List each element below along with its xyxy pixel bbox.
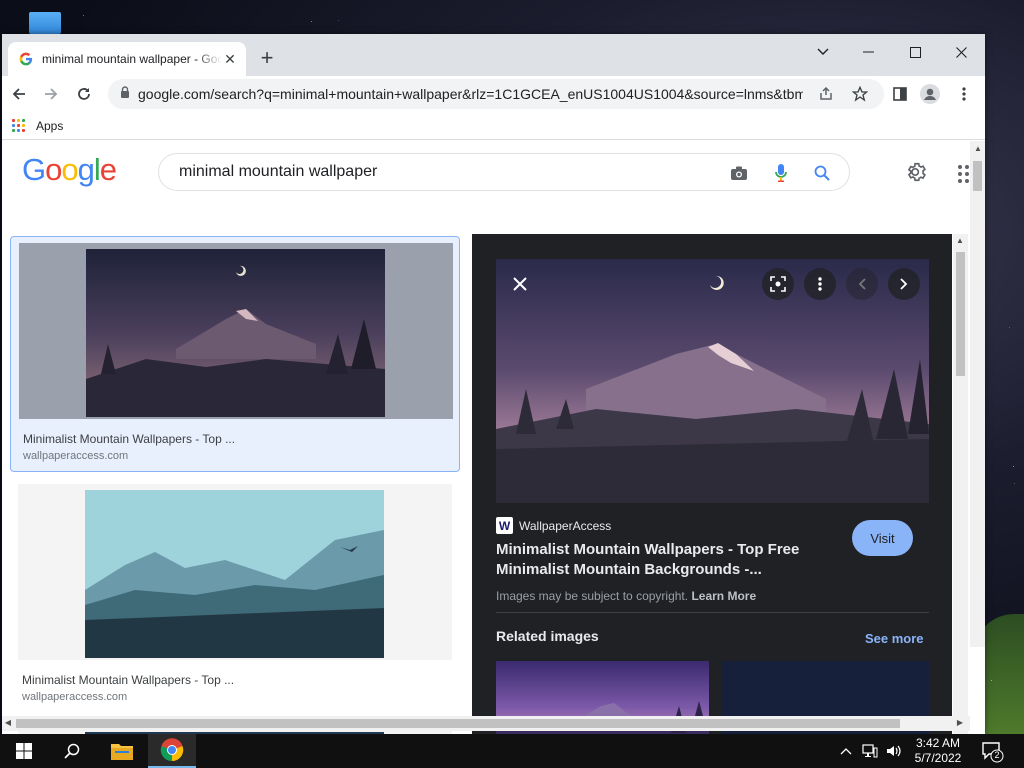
google-favicon-icon [19,52,33,66]
show-hidden-icons-icon[interactable] [834,734,858,768]
more-options-button[interactable] [804,268,836,300]
reload-button[interactable] [72,82,96,106]
panel-vertical-scrollbar[interactable]: ▲ ▼ [953,234,968,734]
tab-strip: minimal mountain wallpaper - Google Sear… [2,34,985,76]
result-thumbnail-frame [18,484,452,660]
previous-image-button[interactable] [846,268,878,300]
tab-title: minimal mountain wallpaper - Google Sear… [42,52,222,66]
page-vertical-scrollbar[interactable]: ▲ [970,141,985,647]
camera-icon[interactable] [727,161,751,185]
result-thumbnail-image[interactable] [85,490,384,658]
close-window-button[interactable] [938,38,984,66]
preview-image[interactable] [496,259,929,503]
star [1009,327,1010,328]
file-explorer-icon[interactable] [98,734,146,768]
image-preview-panel: W WallpaperAccess Minimalist Mountain Wa… [472,234,952,734]
google-images-page: Google minimal mountain wallpaper Minima… [2,141,985,734]
system-clock[interactable]: 3:42 AM 5/7/2022 [908,736,968,766]
network-icon[interactable] [858,734,882,768]
related-images-heading: Related images [496,628,599,644]
share-icon[interactable] [816,84,836,104]
learn-more-link[interactable]: Learn More [691,589,756,603]
browser-toolbar: google.com/search?q=minimal+mountain+wal… [2,76,985,112]
apps-bookmark[interactable]: Apps [36,119,63,133]
search-icon[interactable] [810,161,834,185]
preview-title[interactable]: Minimalist Mountain Wallpapers - Top Fre… [496,540,816,580]
taskbar-search-icon[interactable] [48,734,96,768]
scroll-right-arrow-icon[interactable]: ▶ [956,719,964,727]
star [991,680,992,681]
close-preview-button[interactable] [504,268,536,300]
result-site[interactable]: wallpaperaccess.com [23,450,128,462]
url-text[interactable]: google.com/search?q=minimal+mountain+wal… [138,86,803,102]
action-center-icon[interactable]: 2 [980,739,1004,763]
scroll-up-arrow-icon[interactable]: ▲ [974,145,982,153]
minimize-button[interactable] [846,38,892,66]
star [311,21,312,22]
volume-icon[interactable] [882,734,906,768]
divider [496,612,929,613]
scroll-left-arrow-icon[interactable]: ◀ [4,719,12,727]
result-thumbnail-image[interactable] [86,249,385,417]
new-tab-button[interactable]: + [256,47,278,70]
side-panel-icon[interactable] [888,82,912,106]
copyright-notice: Images may be subject to copyright. Lear… [496,589,757,603]
bookmarks-bar: Apps [2,112,985,140]
profile-avatar-icon[interactable] [918,82,942,106]
back-button[interactable] [7,82,31,106]
next-image-button[interactable] [888,268,920,300]
scroll-up-arrow-icon[interactable]: ▲ [956,237,964,245]
horizontal-scrollbar[interactable]: ◀ ▶ [2,716,970,731]
star [1014,483,1015,484]
notification-count: 2 [994,750,1000,760]
tab-search-button[interactable] [800,38,846,66]
forward-button[interactable] [39,82,63,106]
google-logo[interactable]: Google [22,152,117,188]
image-results-grid: Minimalist Mountain Wallpapers - Top ...… [2,234,470,734]
tab-google-search[interactable]: minimal mountain wallpaper - Google Sear… [8,42,246,76]
browser-window: minimal mountain wallpaper - Google Sear… [2,34,985,734]
tab-close-icon[interactable]: ✕ [222,51,238,67]
maximize-button[interactable] [892,38,938,66]
browser-menu-icon[interactable] [952,82,976,106]
windows-taskbar: 3:42 AM 5/7/2022 2 [0,734,1024,768]
result-title[interactable]: Minimalist Mountain Wallpapers - Top ... [23,432,235,446]
star [338,20,339,21]
search-input[interactable]: minimal mountain wallpaper [158,153,850,191]
scrollbar-thumb[interactable] [16,719,900,728]
image-result-card[interactable]: Minimalist Mountain Wallpapers - Top ...… [10,236,460,472]
result-title[interactable]: Minimalist Mountain Wallpapers - Top ... [22,673,234,687]
lock-icon[interactable] [120,85,130,103]
chrome-taskbar-icon[interactable] [148,734,196,768]
clock-time: 3:42 AM [915,736,961,750]
apps-grid-icon[interactable] [12,118,26,133]
clock-date: 5/7/2022 [914,751,962,765]
address-bar[interactable]: google.com/search?q=minimal+mountain+wal… [108,79,884,109]
visit-button[interactable]: Visit [852,520,913,556]
desktop-folder-icon[interactable] [29,12,61,34]
image-result-card[interactable]: Minimalist Mountain Wallpapers - Top ...… [10,484,460,720]
start-button[interactable] [0,734,48,768]
bookmark-star-icon[interactable] [850,84,870,104]
lens-search-button[interactable] [762,268,794,300]
source-site-name[interactable]: WallpaperAccess [519,519,611,533]
star [1013,466,1014,467]
settings-gear-icon[interactable] [906,161,928,183]
scrollbar-thumb[interactable] [973,161,982,191]
scrollbar-thumb[interactable] [956,252,965,376]
star [83,15,84,16]
see-more-link[interactable]: See more [865,631,924,646]
result-site[interactable]: wallpaperaccess.com [22,691,127,703]
source-site-logo[interactable]: W [496,517,513,534]
microphone-icon[interactable] [769,161,793,185]
result-thumbnail-frame [19,243,453,419]
